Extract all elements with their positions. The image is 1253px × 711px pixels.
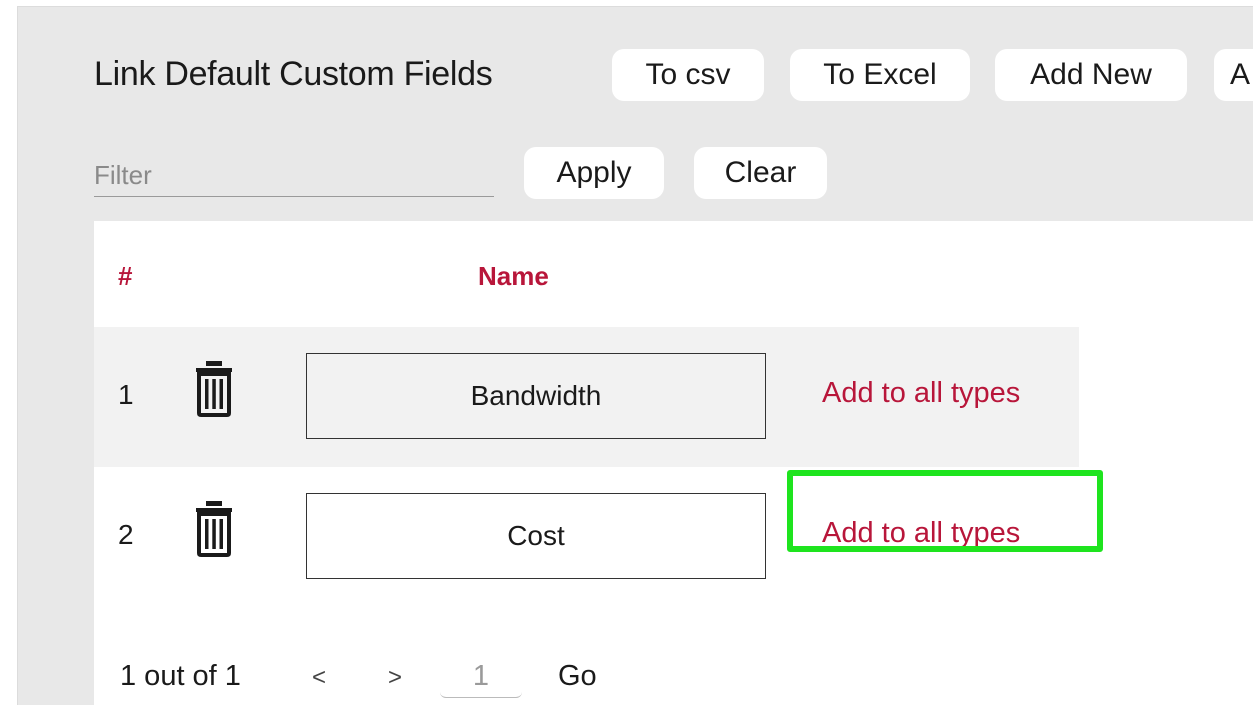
table-row: 1 Bandwidth Add to all types [94,327,1079,467]
to-excel-button[interactable]: To Excel [790,49,970,101]
page: Link Default Custom Fields To csv To Exc… [0,0,1253,711]
custom-fields-panel: Link Default Custom Fields To csv To Exc… [17,6,1253,705]
pagination: 1 out of 1 < > Go [120,652,720,702]
page-title: Link Default Custom Fields [94,55,493,93]
column-header-name: Name [478,261,549,291]
name-field[interactable]: Cost [306,493,766,579]
filter-input[interactable] [94,155,494,196]
add-to-all-types-link[interactable]: Add to all types [822,377,1020,410]
truncated-button[interactable]: A [1214,49,1253,101]
apply-button[interactable]: Apply [524,147,664,199]
table-row: 2 Cost Add to all types [94,467,1103,607]
clear-button[interactable]: Clear [694,147,827,199]
next-page-button[interactable]: > [388,664,402,692]
trash-icon[interactable] [194,499,234,557]
filter-field [94,155,494,197]
add-to-all-types-link[interactable]: Add to all types [822,517,1020,550]
add-new-button[interactable]: Add New [995,49,1187,101]
to-csv-button[interactable]: To csv [612,49,764,101]
trash-icon[interactable] [194,359,234,417]
name-field[interactable]: Bandwidth [306,353,766,439]
go-button[interactable]: Go [558,660,597,693]
previous-page-button[interactable]: < [312,664,326,692]
column-header-number: # [118,261,133,291]
pagination-summary: 1 out of 1 [120,660,241,692]
custom-fields-table: # Name 1 Bandwidth Add to all types 2 Co… [94,221,1253,705]
row-number: 2 [118,519,134,550]
row-number: 1 [118,379,134,410]
page-number-input[interactable] [440,656,522,698]
